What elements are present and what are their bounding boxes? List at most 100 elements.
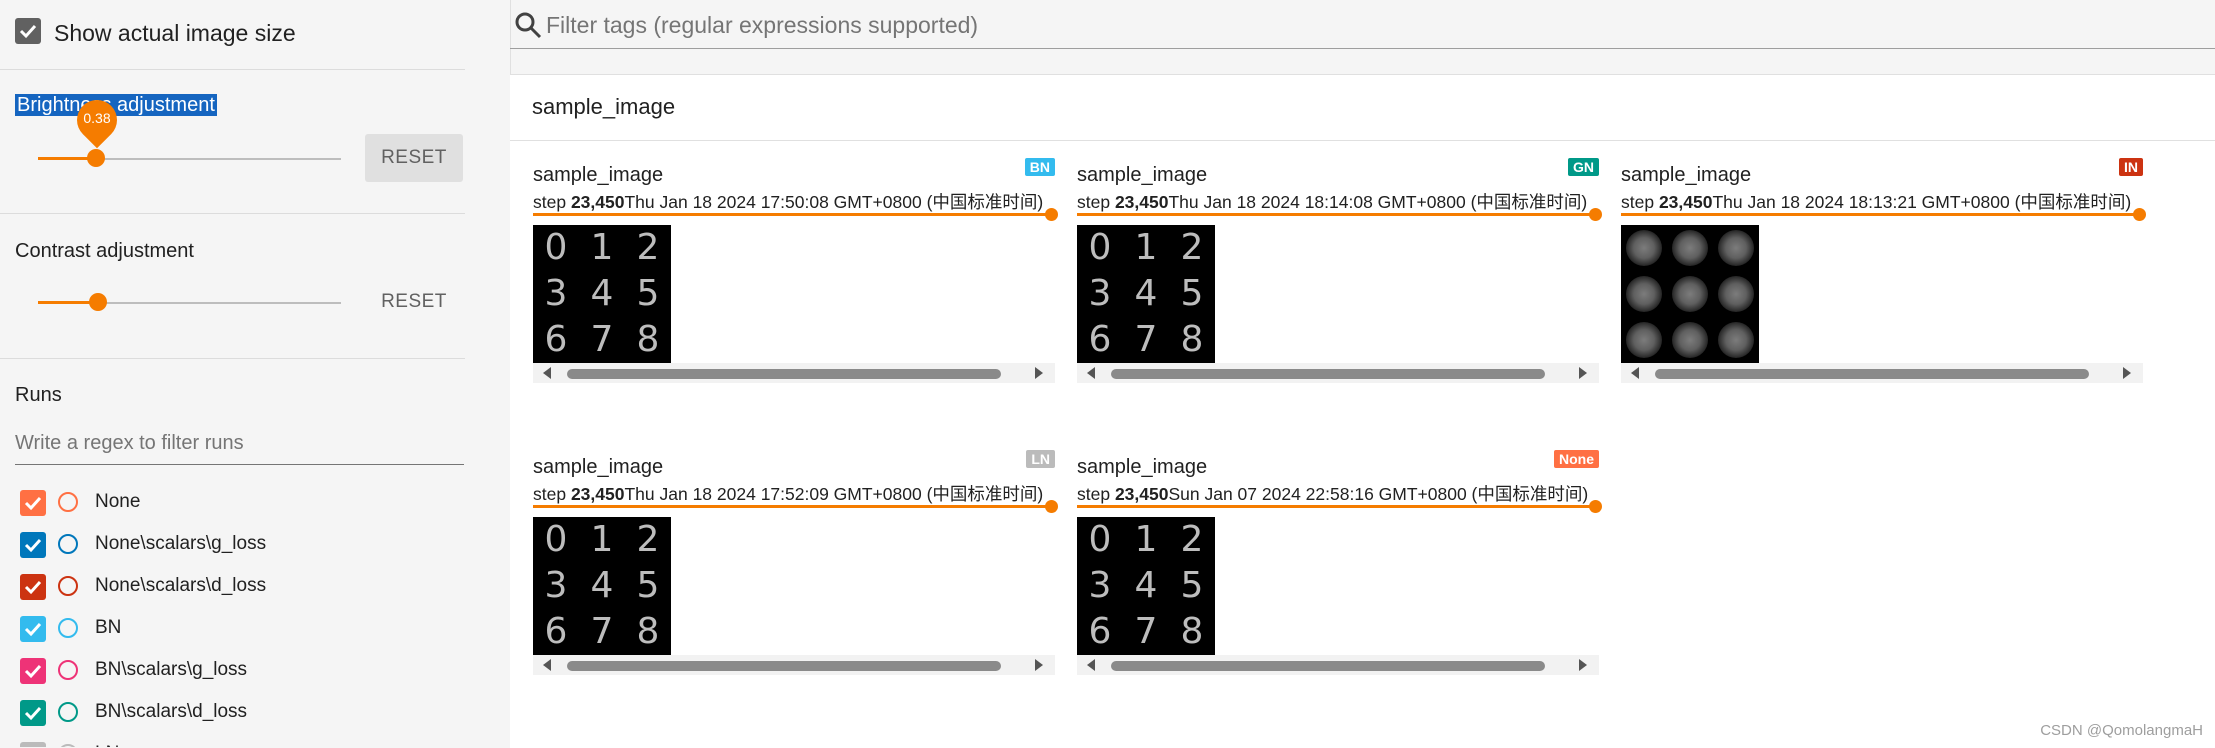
scroll-right-icon[interactable] (2123, 367, 2131, 379)
run-color-circle-icon[interactable] (58, 660, 78, 680)
horizontal-scrollbar[interactable] (533, 655, 1055, 675)
image-card: sample_image GN step 23,450Thu Jan 18 2024… (1077, 158, 1602, 414)
run-item[interactable]: None\scalars\d_loss (20, 566, 460, 608)
step-slider-thumb[interactable] (1045, 500, 1058, 513)
digit-glyph: 4 (1134, 273, 1158, 314)
runs-filter-input[interactable]: Write a regex to filter runs (15, 424, 464, 465)
run-label: BN (95, 617, 122, 638)
scroll-left-icon[interactable] (543, 659, 551, 671)
step-value: 23,450 (570, 484, 625, 504)
run-item[interactable]: None (20, 482, 460, 524)
run-checkbox[interactable] (20, 742, 46, 747)
noise-sample (1718, 276, 1754, 312)
step-slider-track[interactable] (1077, 213, 1595, 216)
run-color-circle-icon[interactable] (58, 702, 78, 722)
step-slider-thumb[interactable] (1045, 208, 1058, 221)
brightness-reset-button[interactable]: RESET (365, 134, 463, 182)
digit-glyph: 4 (1134, 565, 1158, 606)
checkmark-icon (19, 24, 37, 39)
run-item[interactable]: BN\scalars\g_loss (20, 650, 460, 692)
run-label: None\scalars\d_loss (95, 575, 267, 596)
horizontal-scrollbar[interactable] (1621, 363, 2143, 383)
scroll-right-icon[interactable] (1035, 659, 1043, 671)
step-slider-track[interactable] (533, 213, 1051, 216)
run-checkbox[interactable] (20, 574, 46, 600)
scrollbar-thumb[interactable] (1655, 369, 2089, 379)
tag-filter-input[interactable]: Filter tags (regular expressions support… (546, 12, 978, 39)
run-checkbox[interactable] (20, 616, 46, 642)
step-slider-track[interactable] (1621, 213, 2139, 216)
scroll-right-icon[interactable] (1035, 367, 1043, 379)
digit-glyph: 5 (1180, 273, 1204, 314)
horizontal-scrollbar[interactable] (1077, 363, 1599, 383)
run-badge: IN (2119, 158, 2143, 176)
run-color-circle-icon[interactable] (58, 576, 78, 596)
step-slider-thumb[interactable] (1589, 208, 1602, 221)
sample-image: 012 345 678 (1077, 225, 1215, 363)
step-label: step (1077, 192, 1111, 212)
run-badge: BN (1024, 158, 1055, 176)
scrollbar-thumb[interactable] (567, 661, 1001, 671)
step-slider-thumb[interactable] (2133, 208, 2146, 221)
run-checkbox[interactable] (20, 490, 46, 516)
digit-glyph: 4 (590, 273, 614, 314)
scroll-right-icon[interactable] (1579, 367, 1587, 379)
digit-glyph: 1 (1134, 227, 1158, 268)
run-item[interactable]: BN (20, 608, 460, 650)
scrollbar-thumb[interactable] (1111, 369, 1545, 379)
brightness-value: 0.38 (83, 110, 111, 126)
scrollbar-thumb[interactable] (1111, 661, 1545, 671)
contrast-slider-thumb[interactable] (89, 293, 107, 311)
scroll-left-icon[interactable] (543, 367, 551, 379)
digit-glyph: 5 (636, 273, 660, 314)
run-item[interactable]: LN (20, 734, 460, 747)
horizontal-scrollbar[interactable] (1077, 655, 1599, 675)
step-label: step (533, 192, 567, 212)
contrast-reset-button[interactable]: RESET (365, 278, 463, 326)
noise-sample (1626, 322, 1662, 358)
sample-image: 012 345 678 (533, 225, 671, 363)
step-info: step 23,450Sun Jan 07 2024 22:58:16 GMT+… (1077, 481, 1588, 506)
digit-glyph: 6 (544, 319, 568, 360)
brightness-slider-thumb[interactable] (87, 149, 105, 167)
checkmark-icon (24, 706, 42, 721)
run-checkbox[interactable] (20, 658, 46, 684)
horizontal-scrollbar[interactable] (533, 363, 1055, 383)
checkmark-icon (24, 580, 42, 595)
tag-filter-bar[interactable]: Filter tags (regular expressions support… (510, 0, 2215, 49)
checkmark-icon (24, 664, 42, 679)
run-checkbox[interactable] (20, 700, 46, 726)
contrast-label: Contrast adjustment (15, 240, 194, 262)
image-card: sample_image None step 23,450Sun Jan 07 20… (1077, 450, 1602, 706)
divider (0, 69, 465, 70)
run-item[interactable]: None\scalars\g_loss (20, 524, 460, 566)
scrollbar-thumb[interactable] (567, 369, 1001, 379)
scroll-left-icon[interactable] (1087, 367, 1095, 379)
sample-image: 012 345 678 (533, 517, 671, 655)
step-value: 23,450 (570, 192, 625, 212)
run-badge: LN (1026, 450, 1055, 468)
digit-glyph: 8 (1180, 319, 1204, 360)
checkmark-icon (24, 496, 42, 511)
digit-glyph: 0 (544, 227, 568, 268)
show-actual-size-label: Show actual image size (54, 20, 296, 46)
run-item[interactable]: BN\scalars\d_loss (20, 692, 460, 734)
scroll-left-icon[interactable] (1631, 367, 1639, 379)
show-actual-size-checkbox[interactable] (15, 18, 41, 44)
run-color-circle-icon[interactable] (58, 534, 78, 554)
digit-glyph: 3 (544, 273, 568, 314)
card-title: sample_image (533, 456, 664, 478)
run-label: BN\scalars\g_loss (95, 659, 248, 680)
run-color-circle-icon[interactable] (58, 618, 78, 638)
run-checkbox[interactable] (20, 532, 46, 558)
digit-glyph: 6 (1088, 611, 1112, 652)
step-slider-thumb[interactable] (1589, 500, 1602, 513)
scroll-left-icon[interactable] (1087, 659, 1095, 671)
noise-sample (1718, 230, 1754, 266)
step-slider-track[interactable] (533, 505, 1051, 508)
scroll-right-icon[interactable] (1579, 659, 1587, 671)
run-color-circle-icon[interactable] (58, 492, 78, 512)
image-card: sample_image BN step 23,450Thu Jan 18 2024… (533, 158, 1058, 414)
step-slider-track[interactable] (1077, 505, 1595, 508)
step-time: Thu Jan 18 2024 18:14:08 GMT+0800 (中国标准时… (1168, 192, 1588, 212)
